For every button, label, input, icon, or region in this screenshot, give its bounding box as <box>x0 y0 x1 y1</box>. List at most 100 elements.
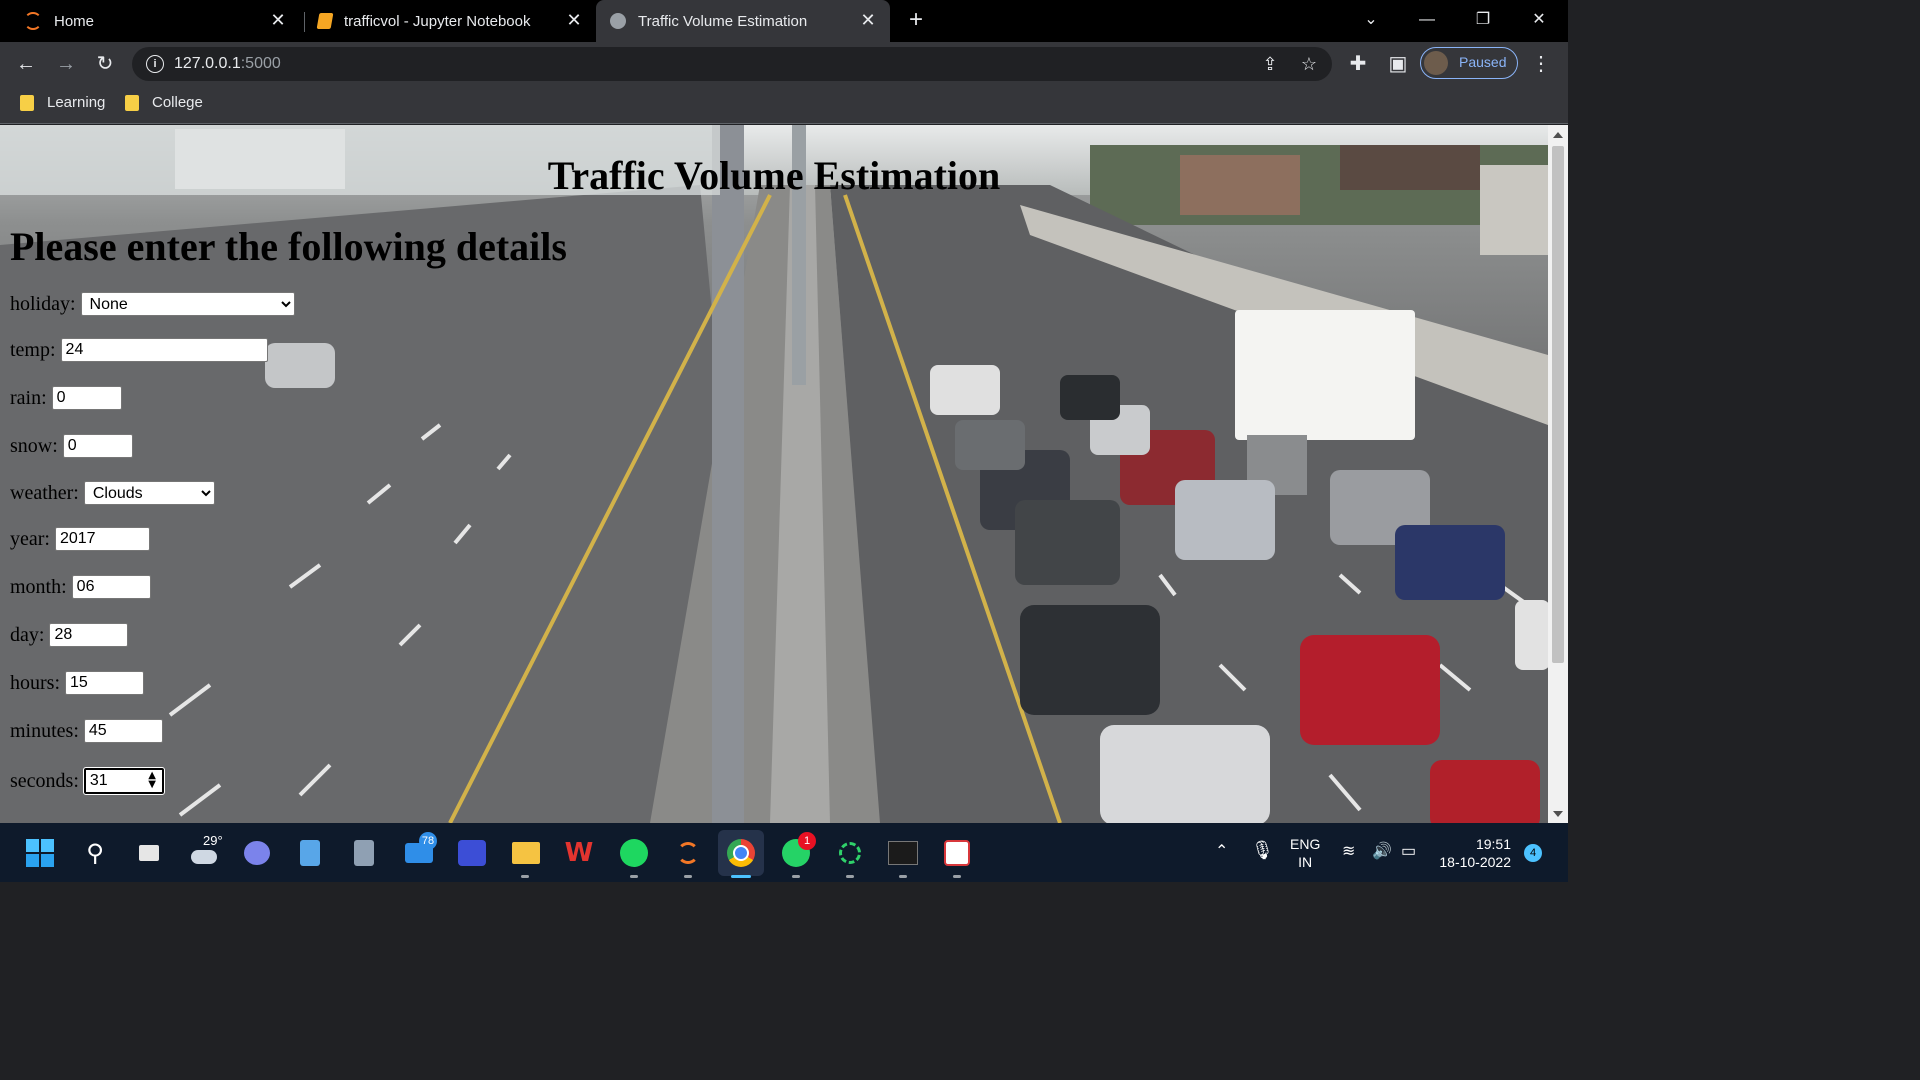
rain-row: rain: <box>10 386 122 410</box>
close-icon[interactable]: ✕ <box>564 10 584 30</box>
clock[interactable]: 19:51 18-10-2022 <box>1437 835 1511 871</box>
minimize-button[interactable]: — <box>1413 8 1441 32</box>
clock-date: 18-10-2022 <box>1439 854 1511 870</box>
search-icon[interactable]: ⚲ <box>79 837 111 869</box>
app-ring-icon[interactable] <box>834 837 866 869</box>
close-icon[interactable]: ✕ <box>268 10 288 30</box>
battery-icon[interactable]: ▭ <box>1401 841 1416 861</box>
forward-button[interactable]: → <box>52 50 80 78</box>
region-code: IN <box>1298 854 1313 870</box>
chrome-icon[interactable] <box>718 830 764 876</box>
info-icon[interactable]: i <box>146 55 164 73</box>
clock-time: 19:51 <box>1475 836 1511 852</box>
year-label: year: <box>10 527 50 550</box>
language-code: ENG <box>1290 836 1321 852</box>
mail-badge: 78 <box>419 832 437 850</box>
url-text[interactable]: 127.0.0.1:5000 <box>174 55 281 73</box>
running-indicator <box>899 875 907 878</box>
page-scrollbar[interactable] <box>1548 125 1568 823</box>
language-indicator[interactable]: ENG IN <box>1290 835 1320 871</box>
tab-search-icon[interactable]: ⌄ <box>1357 8 1385 32</box>
running-indicator <box>521 875 529 878</box>
chevron-up-icon[interactable]: ⌃ <box>1215 841 1228 861</box>
windows-start-icon[interactable] <box>24 837 56 869</box>
day-input[interactable] <box>49 623 129 647</box>
holiday-select[interactable]: None <box>80 292 295 316</box>
bookmark-learning[interactable]: Learning <box>20 94 105 111</box>
running-indicator <box>792 875 800 878</box>
day-label: day: <box>10 623 45 646</box>
stepper-arrows-icon[interactable]: ▲ ▼ <box>148 771 156 790</box>
microphone-icon[interactable]: 🎙 <box>1251 840 1274 861</box>
tab-traffic-volume[interactable]: Traffic Volume Estimation ✕ <box>596 0 890 42</box>
whatsapp-badge: 1 <box>798 832 816 850</box>
close-window-button[interactable]: ✕ <box>1525 8 1553 32</box>
wifi-icon[interactable]: ≋ <box>1342 841 1355 861</box>
scroll-thumb[interactable] <box>1552 146 1564 663</box>
notebook-icon <box>316 13 334 29</box>
month-input[interactable] <box>71 575 151 599</box>
profile-button[interactable]: Paused <box>1420 47 1518 79</box>
notepad-icon[interactable] <box>294 837 326 869</box>
menu-icon[interactable]: ⋮ <box>1527 50 1555 78</box>
globe-icon <box>610 13 626 29</box>
temp-label: temp: <box>10 338 56 361</box>
restore-button[interactable]: ❐ <box>1469 8 1497 32</box>
holiday-row: holiday: None <box>10 292 295 316</box>
extensions-icon[interactable]: ✚ <box>1344 50 1372 78</box>
teams-chat-icon[interactable] <box>241 837 273 869</box>
volume-icon[interactable]: 🔊 <box>1372 841 1392 861</box>
back-button[interactable]: ← <box>12 50 40 78</box>
hours-input[interactable] <box>65 671 144 695</box>
address-bar[interactable]: i 127.0.0.1:5000 ⇪ ☆ <box>132 47 1332 81</box>
day-row: day: <box>10 623 129 647</box>
star-icon[interactable]: ☆ <box>1297 52 1321 76</box>
snow-input[interactable] <box>62 434 133 458</box>
app-icon[interactable] <box>456 837 488 869</box>
calculator-icon[interactable] <box>348 837 380 869</box>
wps-office-icon[interactable]: W <box>563 837 595 869</box>
seconds-label: seconds: <box>10 769 79 792</box>
weather-select[interactable]: Clouds <box>83 481 215 505</box>
toolbar: ← → ↻ i 127.0.0.1:5000 ⇪ ☆ ✚ ▣ Paused ⋮ <box>0 42 1568 86</box>
new-tab-button[interactable]: + <box>904 8 928 32</box>
scroll-up-arrow-icon[interactable] <box>1553 132 1563 138</box>
reload-button[interactable]: ↻ <box>91 50 119 78</box>
month-label: month: <box>10 575 67 598</box>
avatar <box>1424 51 1448 75</box>
active-indicator <box>731 875 751 878</box>
close-icon[interactable]: ✕ <box>858 10 878 30</box>
minutes-row: minutes: <box>10 719 163 743</box>
side-panel-icon[interactable]: ▣ <box>1384 50 1412 78</box>
tab-jupyter[interactable]: trafficvol - Jupyter Notebook ✕ <box>304 0 596 42</box>
weather-row: weather: Clouds <box>10 481 215 505</box>
month-row: month: <box>10 575 151 599</box>
year-input[interactable] <box>54 527 150 551</box>
profile-status: Paused <box>1459 54 1507 70</box>
folder-icon <box>125 94 139 111</box>
task-view-icon[interactable] <box>133 837 165 869</box>
bookmark-college[interactable]: College <box>125 94 203 111</box>
tab-home[interactable]: Home ✕ <box>0 0 300 42</box>
running-indicator <box>684 875 692 878</box>
taskbar: ⚲ 29° 78 W 1 ⌃ 🎙 ENG IN ≋ 🔊 ▭ 19:51 18-1… <box>0 823 1568 882</box>
tab-title: trafficvol - Jupyter Notebook <box>344 12 531 30</box>
terminal-icon[interactable] <box>887 837 919 869</box>
snow-row: snow: <box>10 434 133 458</box>
share-icon[interactable]: ⇪ <box>1258 52 1282 76</box>
minutes-input[interactable] <box>83 719 163 743</box>
page-viewport: Traffic Volume Estimation Please enter t… <box>0 125 1548 823</box>
snipping-tool-icon[interactable] <box>941 837 973 869</box>
jupyter-icon[interactable] <box>672 837 704 869</box>
file-explorer-icon[interactable] <box>510 837 542 869</box>
minutes-label: minutes: <box>10 719 79 742</box>
notification-badge[interactable]: 4 <box>1524 844 1542 862</box>
holiday-label: holiday: <box>10 292 76 315</box>
spotify-icon[interactable] <box>618 837 650 869</box>
spinner-orange-icon <box>24 12 42 30</box>
form-heading: Please enter the following details <box>10 224 567 269</box>
snow-label: snow: <box>10 434 58 457</box>
temp-input[interactable] <box>60 338 268 362</box>
rain-input[interactable] <box>51 386 122 410</box>
scroll-down-arrow-icon[interactable] <box>1553 811 1563 817</box>
